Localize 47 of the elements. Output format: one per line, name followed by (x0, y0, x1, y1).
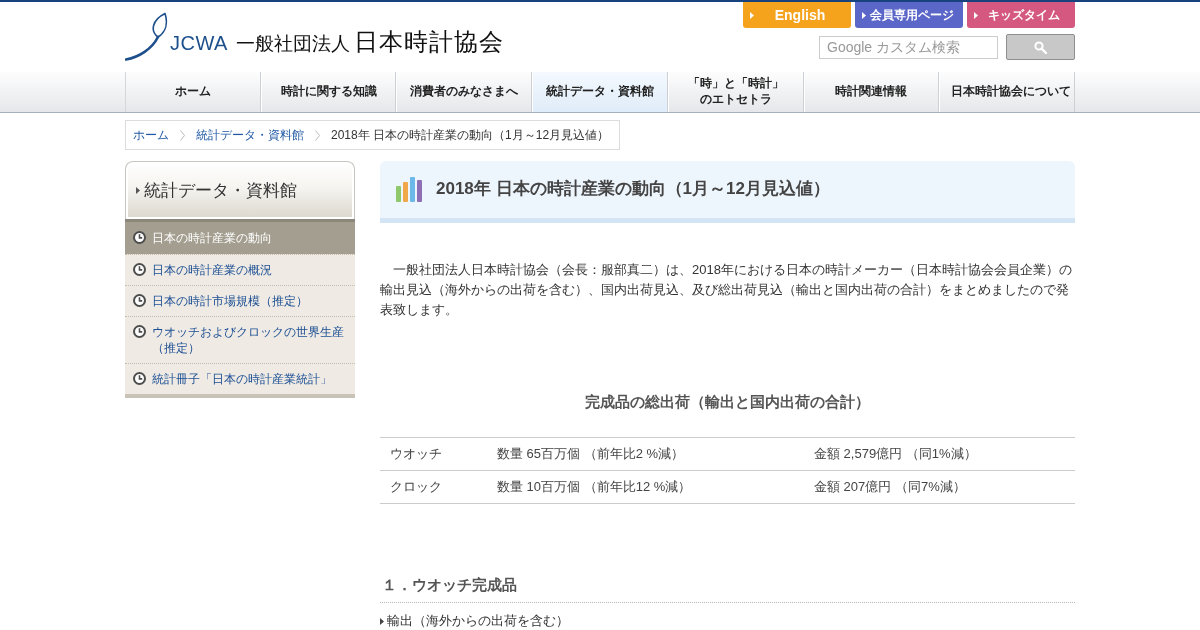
breadcrumb-link[interactable]: ホーム (133, 126, 169, 144)
nav-tab[interactable]: 時計に関する知識 (260, 72, 397, 112)
sidebar-item[interactable]: ウオッチおよびクロックの世界生産（推定） (125, 316, 355, 363)
sidebar-item[interactable]: 日本の時計産業の概況 (125, 254, 355, 285)
table-cell: 金額 2,579億円 （同1%減） (804, 437, 1075, 471)
subsection-heading: 輸出（海外からの出荷を含む） (387, 613, 569, 629)
table-cell: 数量 65百万個 （前年比2 %減） (487, 437, 804, 471)
table-cell: クロック (380, 470, 487, 504)
chevron-icon (180, 129, 185, 141)
breadcrumb-current: 2018年 日本の時計産業の動向（1月～12月見込値） (331, 127, 610, 144)
summary-heading: 完成品の総出荷（輸出と国内出荷の合計） (584, 392, 871, 412)
sidebar-title: 統計データ・資料館 (144, 179, 297, 202)
triangle-icon (862, 11, 866, 19)
clock-icon (133, 325, 146, 338)
section-heading: １．ウオッチ完成品 (380, 575, 1075, 603)
triangle-icon (136, 187, 140, 194)
search-icon (1034, 40, 1047, 54)
clock-icon (133, 294, 146, 307)
nav-tab[interactable]: 「時」と「時計」のエトセトラ (667, 72, 804, 112)
table-cell: 金額 207億円 （同7%減） (804, 470, 1075, 504)
logo-text: 日本時計協会 (353, 30, 504, 57)
sidebar-item[interactable]: 日本の時計市場規模（推定） (125, 285, 355, 316)
intro-paragraph: 一般社団法人日本時計協会（会長：服部真二）は、2018年における日本の時計メーカー（日本時計協会会員企業）の輸出見込（海外からの出荷を含む）、国内出荷見込、及び総出荷見込（輸出と国内出荷の合計）をまとめましたので発表致します。 (380, 261, 1073, 319)
clock-icon (133, 372, 146, 385)
logo-text: JCWA (170, 33, 228, 56)
top-link[interactable]: 会員専用ページ (855, 2, 963, 28)
clock-icon (133, 231, 146, 244)
nav-tab[interactable]: 日本時計協会について (939, 72, 1076, 112)
bar-chart-icon (396, 177, 422, 202)
chevron-icon (315, 129, 320, 141)
search-field[interactable]: Google カスタム検索 (819, 35, 998, 59)
nav-tab[interactable]: 統計データ・資料館 (532, 72, 668, 112)
triangle-icon (380, 617, 384, 625)
logo-leaf-icon (125, 12, 169, 61)
search-button[interactable] (1006, 34, 1075, 60)
page-title: 2018年 日本の時計産業の動向（1月～12月見込値） (436, 179, 830, 200)
table-cell: 数量 10百万個 （前年比12 %減） (487, 470, 804, 504)
sidebar-item[interactable]: 統計冊子「日本の時計産業統計」 (125, 363, 355, 394)
breadcrumb-link[interactable]: 統計データ・資料館 (196, 126, 304, 144)
clock-icon (133, 263, 146, 276)
triangle-icon (750, 11, 754, 19)
logo-text: 一般社団法人 (235, 34, 350, 56)
nav-tab[interactable]: ホーム (125, 72, 261, 112)
nav-tab[interactable]: 時計関連情報 (803, 72, 940, 112)
top-link[interactable]: キッズタイム (967, 2, 1075, 28)
table-cell: ウオッチ (380, 437, 487, 471)
triangle-icon (974, 11, 978, 19)
